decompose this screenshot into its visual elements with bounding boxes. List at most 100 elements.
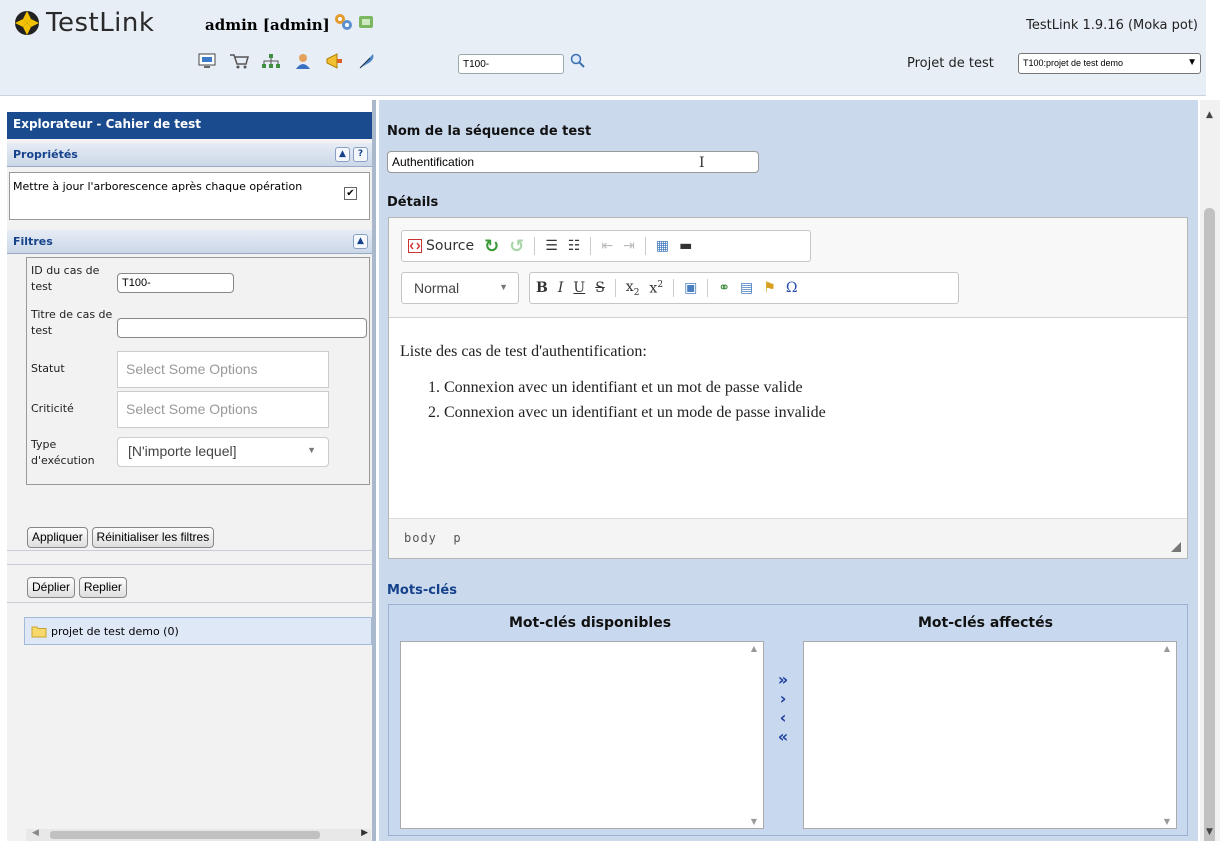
chevron-down-icon: ▼ bbox=[307, 445, 316, 455]
outdent-icon[interactable]: ⇤ bbox=[601, 238, 613, 254]
scroll-thumb[interactable] bbox=[50, 831, 320, 839]
rich-text-editor: Source ↻ ↺ ☰ ☷ ⇤ ⇥ ▦ ▬ Normal ▼ B I U S … bbox=[388, 217, 1188, 559]
strikethrough-icon[interactable]: S bbox=[595, 280, 605, 296]
special-char-icon[interactable]: Ω bbox=[786, 280, 798, 296]
scroll-down-icon[interactable]: ▼ bbox=[1164, 817, 1170, 826]
horizontal-rule-icon[interactable]: ▬ bbox=[679, 238, 692, 254]
divider bbox=[7, 602, 372, 603]
editor-toolbar: Source ↻ ↺ ☰ ☷ ⇤ ⇥ ▦ ▬ Normal ▼ B I U S … bbox=[389, 218, 1187, 318]
scroll-down-icon[interactable]: ▼ bbox=[1206, 827, 1213, 837]
current-user: admin [admin] bbox=[205, 16, 330, 34]
table-icon[interactable]: ▦ bbox=[656, 238, 669, 254]
superscript-icon[interactable]: x2 bbox=[649, 280, 663, 297]
priority-label: Criticité bbox=[31, 402, 74, 415]
source-button[interactable]: Source bbox=[408, 238, 474, 254]
filters-title: Filtres bbox=[13, 235, 53, 248]
exec-type-value: [N'importe lequel] bbox=[128, 443, 237, 459]
sitemap-icon[interactable] bbox=[261, 52, 281, 70]
suite-name-label: Nom de la séquence de test bbox=[387, 124, 592, 139]
logout-icon[interactable] bbox=[357, 12, 377, 32]
underline-icon[interactable]: U bbox=[573, 280, 585, 296]
expand-tree-button[interactable]: Déplier bbox=[27, 577, 76, 598]
element-path-text: body p bbox=[404, 531, 462, 545]
horizontal-scrollbar[interactable]: ◀ ▶ bbox=[26, 828, 371, 841]
toolbar-separator bbox=[673, 279, 675, 297]
user-settings-icon[interactable] bbox=[333, 12, 353, 32]
collapse-icon[interactable]: ▲ bbox=[353, 234, 368, 249]
tc-title-label: Titre de cas de test bbox=[31, 308, 113, 337]
scroll-thumb[interactable] bbox=[1204, 208, 1215, 841]
megaphone-icon[interactable] bbox=[325, 52, 345, 70]
panel-splitter[interactable] bbox=[372, 100, 376, 841]
reset-filters-button[interactable]: Réinitialiser les filtres bbox=[91, 527, 215, 548]
tree-root-node[interactable]: projet de test demo (0) bbox=[24, 617, 372, 645]
collapse-icon[interactable]: ▲ bbox=[335, 147, 350, 162]
bold-icon[interactable]: B bbox=[536, 280, 548, 296]
available-keywords-list[interactable]: ▲ ▼ bbox=[400, 641, 764, 829]
add-all-icon[interactable]: » bbox=[778, 671, 788, 688]
scroll-down-icon[interactable]: ▼ bbox=[751, 817, 757, 826]
tc-id-input[interactable] bbox=[117, 273, 234, 293]
user-icons bbox=[333, 12, 377, 32]
anchor-flag-icon[interactable]: ⚑ bbox=[763, 280, 776, 296]
exec-type-label: Type d'exécution bbox=[31, 438, 95, 467]
toolbar-group-formatting: B I U S x2 x2 ▣ ⚭ ▤ ⚑ Ω bbox=[529, 272, 959, 304]
collapse-tree-button[interactable]: Replier bbox=[78, 577, 127, 598]
details-label: Détails bbox=[387, 195, 439, 210]
status-multiselect[interactable]: Select Some Options bbox=[117, 351, 329, 388]
desktop-icon[interactable] bbox=[197, 52, 217, 70]
scroll-up-icon[interactable]: ▲ bbox=[751, 644, 757, 653]
explorer-title: Explorateur - Cahier de test bbox=[7, 112, 372, 139]
toolbar-separator bbox=[590, 237, 592, 255]
remove-selected-icon[interactable]: ‹ bbox=[780, 709, 787, 726]
bulleted-list-icon[interactable]: ☷ bbox=[568, 238, 581, 254]
vertical-scrollbar[interactable]: ▲ ▼ bbox=[1200, 100, 1220, 841]
tree-root-label: projet de test demo (0) bbox=[51, 624, 179, 638]
priority-multiselect[interactable]: Select Some Options bbox=[117, 391, 329, 428]
apply-filters-button[interactable]: Appliquer bbox=[27, 527, 88, 548]
italic-icon[interactable]: I bbox=[558, 280, 564, 296]
filters-box: ID du cas de test Titre de cas de test S… bbox=[26, 257, 370, 485]
editor-content[interactable]: Liste des cas de test d'authentification… bbox=[389, 318, 1187, 518]
project-label: Projet de test bbox=[907, 56, 994, 71]
add-selected-icon[interactable]: › bbox=[780, 690, 787, 707]
keywords-label: Mots-clés bbox=[387, 583, 457, 598]
scroll-up-icon[interactable]: ▲ bbox=[1164, 644, 1170, 653]
app-name: TestLink bbox=[46, 8, 155, 38]
cart-icon[interactable] bbox=[229, 52, 249, 70]
app-logo[interactable]: TestLink bbox=[12, 8, 154, 38]
update-tree-checkbox[interactable]: ✔ bbox=[344, 187, 357, 200]
numbered-list-icon[interactable]: ☰ bbox=[545, 238, 558, 254]
scroll-up-icon[interactable]: ▲ bbox=[1206, 110, 1213, 120]
insert-file-icon[interactable]: ▤ bbox=[740, 280, 753, 296]
format-value: Normal bbox=[414, 280, 460, 296]
available-keywords-label: Mot-clés disponibles bbox=[509, 615, 672, 631]
indent-icon[interactable]: ⇥ bbox=[623, 238, 635, 254]
editor-list: Connexion avec un identifiant et un mot … bbox=[444, 375, 1176, 425]
filters-header[interactable]: Filtres ▲ bbox=[7, 230, 372, 254]
assigned-keywords-list[interactable]: ▲ ▼ bbox=[803, 641, 1177, 829]
user-icon[interactable] bbox=[293, 52, 313, 70]
exec-type-select[interactable]: [N'importe lequel] ▼ bbox=[117, 437, 329, 467]
scroll-right-icon[interactable]: ▶ bbox=[361, 828, 368, 838]
status-placeholder: Select Some Options bbox=[126, 361, 258, 377]
scroll-left-icon[interactable]: ◀ bbox=[32, 828, 39, 838]
search-icon[interactable] bbox=[570, 53, 586, 72]
redo-icon[interactable]: ↺ bbox=[509, 236, 524, 257]
editor-list-item: Connexion avec un identifiant et un mode… bbox=[444, 400, 1176, 425]
help-icon[interactable]: ? bbox=[353, 147, 368, 162]
feather-icon[interactable] bbox=[357, 52, 377, 70]
properties-header[interactable]: Propriétés ▲ ? bbox=[7, 143, 372, 167]
resize-handle-icon[interactable] bbox=[1171, 542, 1181, 552]
undo-icon[interactable]: ↻ bbox=[484, 236, 499, 257]
link-icon[interactable]: ⚭ bbox=[718, 280, 730, 296]
subscript-icon[interactable]: x2 bbox=[626, 279, 640, 298]
project-select-value: T100:projet de test demo bbox=[1023, 58, 1124, 68]
remove-all-icon[interactable]: « bbox=[778, 728, 788, 745]
image-icon[interactable]: ▣ bbox=[684, 280, 697, 296]
testcase-search-input[interactable] bbox=[458, 54, 564, 74]
source-icon bbox=[408, 239, 422, 253]
tc-title-input[interactable] bbox=[117, 318, 367, 338]
format-select[interactable]: Normal ▼ bbox=[401, 272, 519, 304]
project-select[interactable]: T100:projet de test demo ▼ bbox=[1018, 53, 1201, 74]
